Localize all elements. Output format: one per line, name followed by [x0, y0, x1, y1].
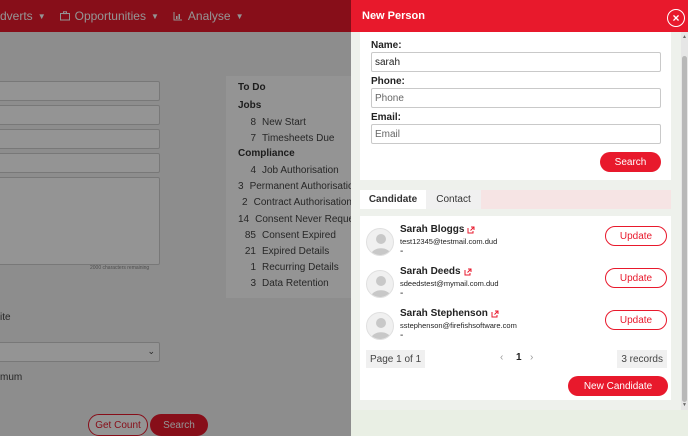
candidate-extra: - [400, 246, 404, 257]
person-search-form: Name: Phone: Email: Search [360, 32, 671, 180]
prev-page-button[interactable]: ‹ [500, 352, 503, 363]
list-item: Sarah Deeds sdeedstest@mymail.com.dud - … [366, 266, 669, 306]
person-icon [371, 276, 391, 297]
results-list: Sarah Bloggs test12345@testmail.com.dud … [360, 216, 671, 400]
list-item: Sarah Bloggs test12345@testmail.com.dud … [366, 224, 669, 264]
avatar [366, 228, 394, 256]
candidate-email: test12345@testmail.com.dud [400, 237, 498, 246]
avatar [366, 270, 394, 298]
pagination: Page 1 of 1 ‹ 1 › 3 records [366, 350, 667, 368]
close-button[interactable]: × [667, 9, 685, 27]
search-button[interactable]: Search [600, 152, 661, 172]
person-icon [371, 318, 391, 339]
result-tabs: Candidate Contact [360, 190, 671, 209]
update-button[interactable]: Update [605, 226, 667, 246]
name-input[interactable] [371, 52, 661, 72]
record-count: 3 records [617, 350, 667, 368]
new-candidate-button[interactable]: New Candidate [568, 376, 668, 396]
external-link-icon [467, 226, 475, 233]
external-link-icon [491, 310, 499, 317]
candidate-name-link[interactable]: Sarah Stephenson [400, 308, 499, 319]
scrollbar-thumb[interactable] [682, 56, 687, 402]
page-number[interactable]: 1 [516, 352, 522, 363]
external-link-icon [464, 268, 472, 275]
scroll-down-icon[interactable]: ▼ [681, 402, 688, 408]
candidate-extra: - [400, 288, 404, 299]
email-input[interactable] [371, 124, 661, 144]
scroll-up-icon[interactable]: ▲ [681, 34, 688, 40]
new-person-panel: New Person × Name: Phone: Email: Search … [351, 0, 688, 436]
candidate-extra: - [400, 330, 404, 341]
update-button[interactable]: Update [605, 310, 667, 330]
page-info: Page 1 of 1 [366, 350, 426, 368]
person-icon [371, 234, 391, 255]
panel-title: New Person [362, 10, 425, 22]
panel-header: New Person × [351, 0, 688, 32]
tab-candidate[interactable]: Candidate [360, 190, 426, 209]
next-page-button[interactable]: › [530, 352, 533, 363]
avatar [366, 312, 394, 340]
tab-contact[interactable]: Contact [426, 190, 481, 209]
list-item: Sarah Stephenson sstephenson@firefishsof… [366, 308, 669, 348]
candidate-name-link[interactable]: Sarah Bloggs [400, 224, 475, 235]
phone-input[interactable] [371, 88, 661, 108]
name-label: Name: [371, 40, 402, 51]
phone-label: Phone: [371, 76, 405, 87]
email-label: Email: [371, 112, 402, 123]
candidate-name: Sarah Deeds [400, 266, 461, 277]
candidate-email: sdeedstest@mymail.com.dud [400, 279, 499, 288]
candidate-name-link[interactable]: Sarah Deeds [400, 266, 472, 277]
panel-footer [351, 410, 688, 436]
candidate-name: Sarah Bloggs [400, 224, 465, 235]
close-icon: × [672, 11, 680, 25]
candidate-name: Sarah Stephenson [400, 308, 488, 319]
update-button[interactable]: Update [605, 268, 667, 288]
candidate-email: sstephenson@firefishsoftware.com [400, 321, 517, 330]
